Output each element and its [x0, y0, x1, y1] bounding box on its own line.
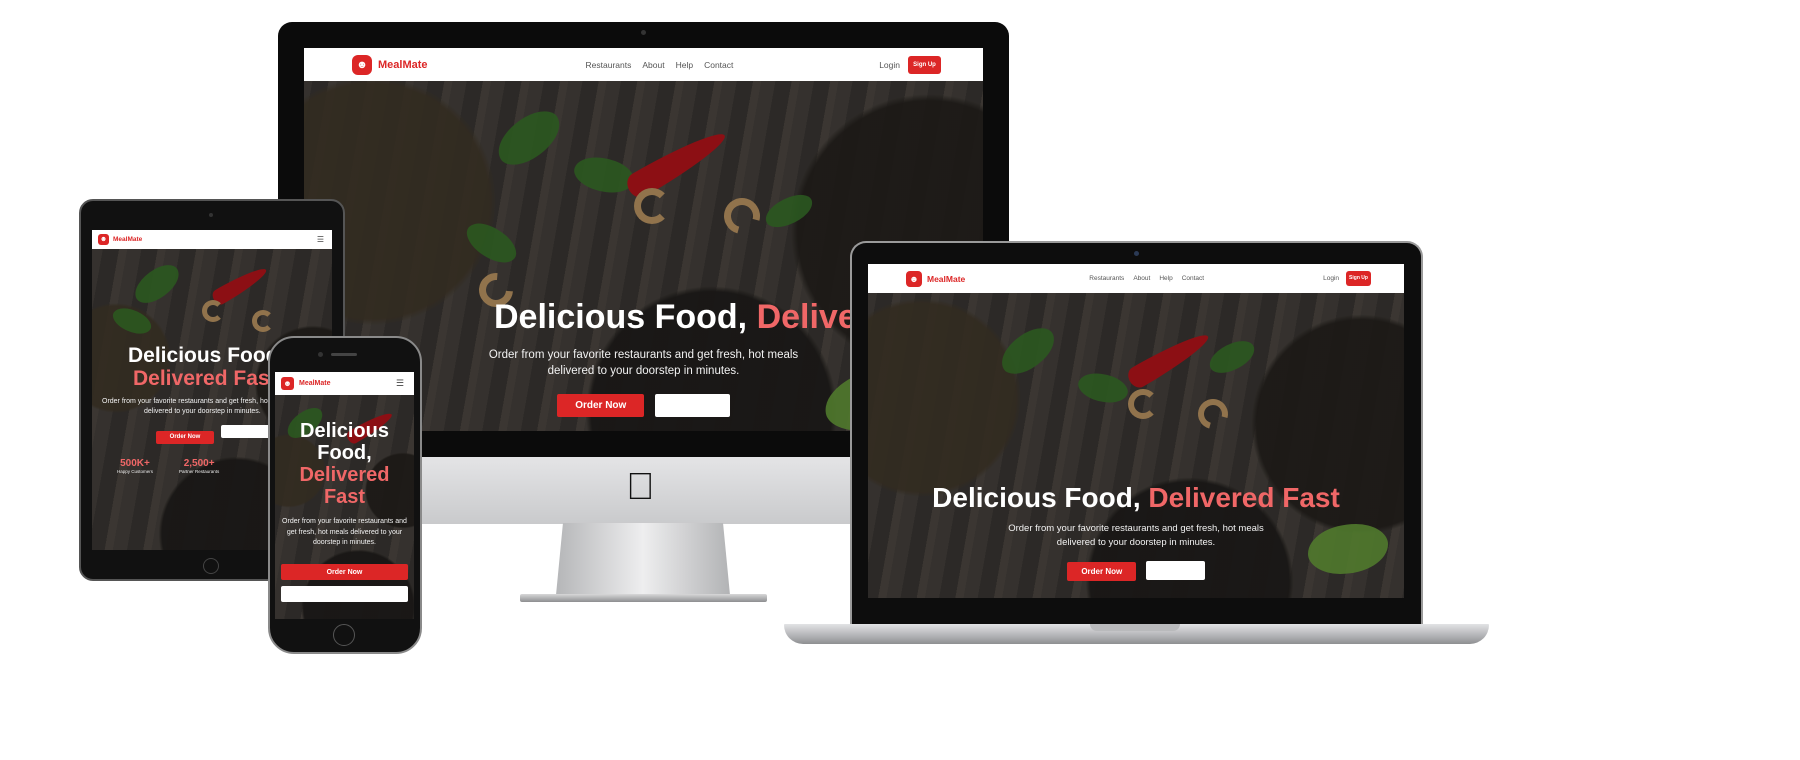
phone-camera: [318, 352, 323, 357]
chef-icon[interactable]: ☻: [281, 377, 294, 390]
hero-subtitle: Order from your favorite restaurants and…: [868, 522, 1404, 549]
hero-subtitle: Order from your favorite restaurants and…: [275, 517, 414, 549]
hero-content: Delicious Food, Delivered Fast Order fro…: [868, 482, 1404, 581]
imac-base: [520, 594, 767, 602]
hero-title-white: Delicious Food,: [494, 298, 748, 336]
brand-name[interactable]: MealMate: [299, 380, 331, 387]
brand-name[interactable]: MealMate: [113, 236, 142, 243]
nav-link-help[interactable]: Help: [1159, 275, 1172, 282]
chef-icon[interactable]: ☻: [98, 234, 109, 245]
stat-label: Happy Customers: [117, 468, 154, 474]
navbar: ☻ MealMate Restaurants About Help Contac…: [868, 264, 1404, 293]
phone-speaker: [331, 353, 357, 356]
signup-button[interactable]: Sign Up: [1346, 271, 1371, 286]
order-now-button[interactable]: Order Now: [557, 394, 645, 417]
hamburger-icon[interactable]: ☰: [317, 235, 324, 244]
secondary-cta-button[interactable]: [1145, 561, 1205, 580]
hamburger-icon[interactable]: ☰: [396, 378, 404, 389]
navbar: ☻ MealMate Restaurants About Help Contac…: [304, 48, 983, 81]
hero-title: Delicious Food, Delivered Fast: [868, 482, 1404, 514]
nav-link-about[interactable]: About: [642, 60, 664, 70]
order-now-button[interactable]: Order Now: [1067, 562, 1137, 581]
stat-item: 500K+ Happy Customers: [117, 458, 153, 474]
nav-link-help[interactable]: Help: [676, 60, 693, 70]
nav-link-about[interactable]: About: [1133, 275, 1150, 282]
imac-stand: [556, 523, 730, 595]
chef-icon[interactable]: ☻: [352, 54, 372, 75]
nav-links: Restaurants About Help Contact: [586, 60, 734, 70]
stat-item: 2,500+ Partner Restaurants: [179, 458, 219, 474]
navbar: ☻ MealMate ☰: [275, 372, 414, 395]
nav-link-contact[interactable]: Contact: [1182, 275, 1204, 282]
stat-value: 500K+: [120, 457, 150, 469]
signup-button[interactable]: Sign Up: [908, 55, 941, 74]
hero-title-red: Delivered Fast: [299, 464, 390, 508]
hero-title-red: Delivered Fast: [1148, 482, 1340, 513]
nav-link-contact[interactable]: Contact: [704, 60, 733, 70]
laptop-camera: [1134, 251, 1139, 256]
chef-icon[interactable]: ☻: [906, 270, 922, 287]
hero-title-white: Delicious Food,: [300, 420, 389, 464]
hero-title: Delicious Food, Delivered Fast: [275, 420, 414, 508]
order-now-button[interactable]: Order Now: [156, 430, 214, 444]
brand-name[interactable]: MealMate: [378, 59, 428, 71]
laptop-notch: [1090, 624, 1180, 631]
brand-name[interactable]: MealMate: [927, 274, 965, 284]
tablet-home-button: [203, 558, 219, 574]
order-now-button[interactable]: Order Now: [281, 564, 408, 580]
nav-link-restaurants[interactable]: Restaurants: [1089, 275, 1124, 282]
hero-content: Delicious Food, Delivered Fast Order fro…: [275, 420, 414, 602]
apple-icon: : [626, 468, 655, 506]
navbar: ☻ MealMate ☰: [92, 230, 332, 249]
laptop-screen: ☻ MealMate Restaurants About Help Contac…: [868, 264, 1404, 598]
hero-subtitle-line2: delivered to your doorstep in minutes.: [1056, 536, 1216, 548]
nav-link-restaurants[interactable]: Restaurants: [586, 60, 632, 70]
tablet-camera: [209, 213, 213, 217]
login-link[interactable]: Login: [1323, 275, 1339, 282]
secondary-cta-button[interactable]: [281, 586, 408, 602]
hero-title-white: Delicious Food,: [932, 482, 1141, 513]
phone-screen: ☻ MealMate ☰ Delicious Food, Delivered F…: [275, 372, 414, 619]
stat-label: Partner Restaurants: [179, 468, 220, 474]
hero-buttons: Order Now: [868, 561, 1404, 581]
secondary-cta-button[interactable]: [654, 394, 730, 417]
phone-home-button: [333, 624, 355, 646]
hero-buttons: Order Now: [275, 561, 414, 602]
hero-subtitle-line1: Order from your favorite restaurants and…: [1008, 523, 1264, 534]
imac-camera: [641, 30, 646, 35]
login-link[interactable]: Login: [879, 60, 900, 70]
stat-value: 2,500+: [183, 457, 215, 469]
nav-links: Restaurants About Help Contact: [1089, 275, 1204, 282]
